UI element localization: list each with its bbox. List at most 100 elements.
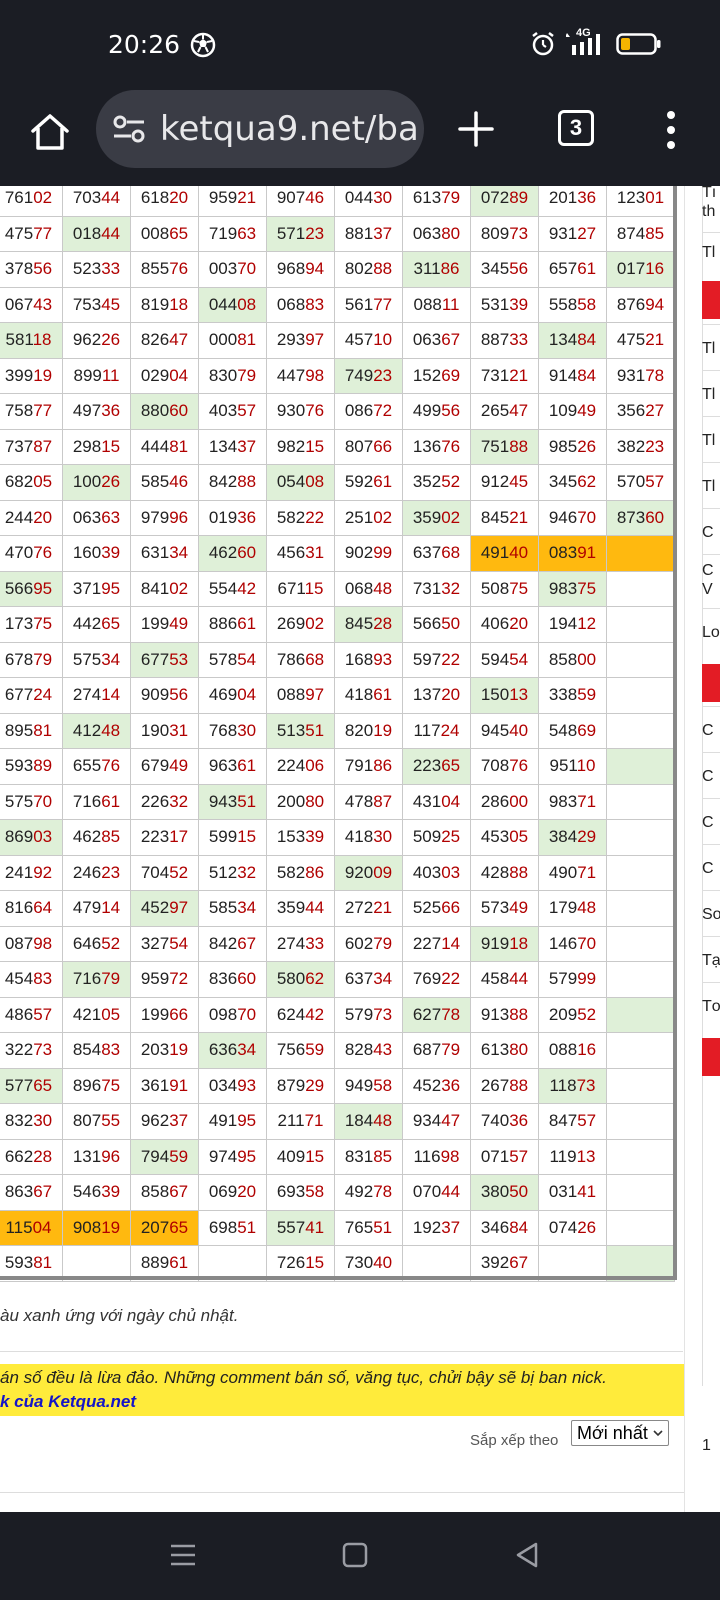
table-row: 76102 70344 61820 95921 90746 04430 61379 07289… <box>0 186 675 217</box>
result-cell: 67115 <box>266 570 335 607</box>
cell-prefix: 479 <box>72 898 102 918</box>
more-menu-icon[interactable] <box>666 110 676 150</box>
cell-last-two-digits: 23 <box>373 365 393 385</box>
cell-prefix: 115 <box>5 1217 33 1237</box>
cell-prefix: 791 <box>344 756 374 776</box>
table-row: 47076 16039 63134 46260 45631 90299 63768 49140… <box>0 535 675 572</box>
result-cell: 55741 <box>266 1209 335 1246</box>
cell-last-two-digits: 48 <box>101 720 121 740</box>
cell-last-two-digits: 27 <box>577 223 597 243</box>
warning-link[interactable]: k của Ketqua.net <box>0 1392 136 1412</box>
cell-prefix: 184 <box>344 1111 374 1131</box>
sidebar-item[interactable]: Tl <box>702 416 720 462</box>
sidebar-item[interactable]: C <box>702 844 720 890</box>
result-cell: 75659 <box>266 1032 335 1069</box>
cell-prefix: 444 <box>140 436 170 456</box>
result-cell: 13720 <box>402 677 471 714</box>
sidebar-item[interactable]: Tl <box>702 370 720 416</box>
cell-last-two-digits: 76 <box>441 436 461 456</box>
sidebar-item[interactable]: So <box>702 890 720 936</box>
result-cell: 01716 <box>606 251 675 288</box>
cell-last-two-digits: 70 <box>577 933 597 953</box>
cell-prefix: 067 <box>4 294 34 314</box>
result-cell: 81664 <box>0 890 63 927</box>
sort-select[interactable]: Mới nhất <box>571 1420 669 1446</box>
cell-prefix: 063 <box>72 507 102 527</box>
result-cell <box>606 996 675 1033</box>
result-cell: 56695 <box>0 570 63 607</box>
browser-toolbar: ketqua9.net/ba 3 <box>0 90 720 186</box>
cell-last-two-digits: 04 <box>237 685 257 705</box>
sidebar-item[interactable]: Tạ <box>702 936 720 982</box>
cell-last-two-digits: 32 <box>441 578 461 598</box>
result-cell: 08897 <box>266 677 335 714</box>
sidebar-item[interactable]: C <box>702 508 720 554</box>
cell-last-two-digits: 33 <box>509 330 529 350</box>
cell-prefix: 847 <box>548 1111 578 1131</box>
result-cell: 76102 <box>0 186 63 217</box>
cell-prefix: 192 <box>412 1217 442 1237</box>
cell-last-two-digits: 95 <box>101 578 121 598</box>
result-cell: 02904 <box>130 357 199 394</box>
site-settings-icon[interactable] <box>112 114 146 144</box>
cell-prefix: 820 <box>344 720 374 740</box>
cell-prefix: 662 <box>4 1146 34 1166</box>
sidebar-item[interactable]: Tl <box>702 324 720 370</box>
sidebar-item[interactable]: Tơ <box>702 982 720 1028</box>
cell-prefix: 631 <box>140 543 170 563</box>
cell-prefix: 119 <box>549 1146 577 1166</box>
result-cell: 36191 <box>130 1067 199 1104</box>
sidebar-item[interactable]: C <box>702 798 720 844</box>
cell-last-two-digits: 08 <box>237 294 257 314</box>
cell-prefix: 338 <box>548 685 578 705</box>
cell-prefix: 627 <box>412 1004 442 1024</box>
cell-last-two-digits: 40 <box>509 720 529 740</box>
cell-last-two-digits: 52 <box>101 933 121 953</box>
sidebar-item[interactable]: C <box>702 706 720 752</box>
home-nav-icon[interactable] <box>340 1540 370 1570</box>
cell-last-two-digits: 10 <box>576 756 596 776</box>
cell-prefix: 044 <box>344 188 374 208</box>
cell-last-two-digits: 95 <box>33 578 53 598</box>
result-cell: 11698 <box>402 1138 471 1175</box>
result-cell: 67724 <box>0 677 63 714</box>
result-cell: 85800 <box>538 641 607 678</box>
result-cell: 37195 <box>62 570 131 607</box>
cell-last-two-digits: 22 <box>441 969 461 989</box>
sidebar-item[interactable]: Tl <box>702 462 720 508</box>
cell-prefix: 251 <box>344 507 374 527</box>
sidebar-item[interactable]: C <box>702 752 720 798</box>
cell-prefix: 086 <box>344 401 374 421</box>
result-cell: 26902 <box>266 606 335 643</box>
result-cell <box>606 1138 675 1175</box>
result-cell: 62778 <box>402 996 471 1033</box>
result-cell: 70876 <box>470 748 539 785</box>
result-cell: 31186 <box>402 251 471 288</box>
cell-last-two-digits: 64 <box>33 898 53 918</box>
cell-last-two-digits: 02 <box>33 188 53 208</box>
cell-prefix: 452 <box>412 1075 442 1095</box>
sidebar-item[interactable]: Tl <box>702 232 720 270</box>
result-cell: 68205 <box>0 464 63 501</box>
address-bar[interactable]: ketqua9.net/ba <box>96 90 424 168</box>
sidebar-item[interactable]: C V <box>702 554 720 608</box>
recent-apps-icon[interactable] <box>168 1540 198 1570</box>
back-icon[interactable] <box>512 1540 542 1570</box>
cell-prefix: 286 <box>480 791 510 811</box>
cell-prefix: 131 <box>72 1146 102 1166</box>
tab-switcher-button[interactable]: 3 <box>558 110 594 146</box>
result-cell: 80288 <box>334 251 403 288</box>
warning-text: án số đều là lừa đảo. Những comment bán … <box>0 1368 607 1387</box>
cell-last-two-digits: 44 <box>101 223 121 243</box>
cell-prefix: 807 <box>72 1111 102 1131</box>
result-cell <box>606 854 675 891</box>
cell-prefix: 863 <box>4 1182 34 1202</box>
cell-prefix: 017 <box>616 259 646 279</box>
cell-last-two-digits: 59 <box>169 1146 189 1166</box>
new-tab-icon[interactable] <box>455 108 497 150</box>
result-cell: 00370 <box>198 251 267 288</box>
sidebar-item[interactable]: Lo <box>702 608 720 654</box>
result-cell: 75877 <box>0 393 63 430</box>
home-icon[interactable] <box>28 110 72 154</box>
cell-prefix: 624 <box>276 1004 306 1024</box>
